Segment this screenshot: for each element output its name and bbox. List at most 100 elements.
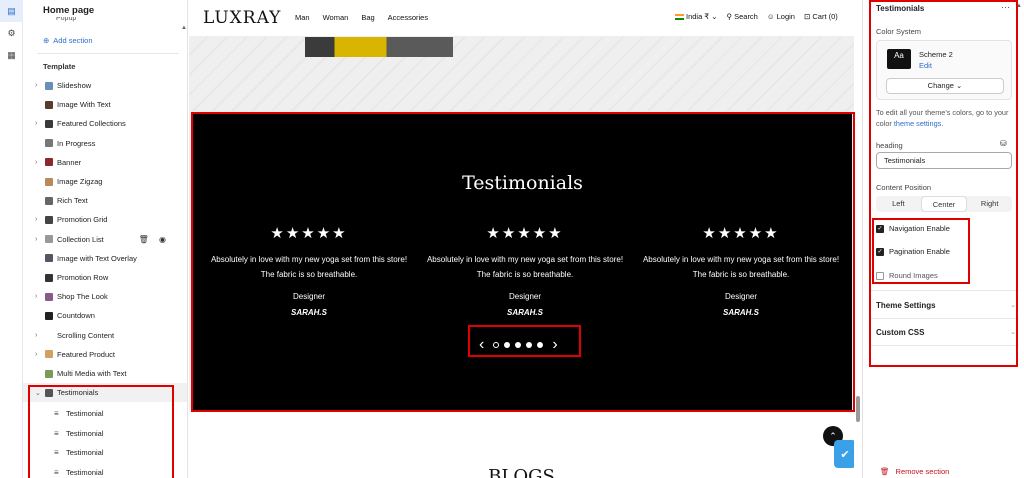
- section-item[interactable]: › Banner: [23, 153, 187, 172]
- scroll-up-icon[interactable]: ▲: [181, 25, 187, 31]
- chevron-icon[interactable]: ⌄: [35, 389, 41, 397]
- testimonial-block-item[interactable]: ≡ Testimonial: [23, 404, 187, 423]
- section-item[interactable]: Multi Media with Text: [23, 364, 187, 383]
- round-images-checkbox[interactable]: Round Images: [876, 271, 938, 280]
- testimonial-block-item[interactable]: ≡ Testimonial: [23, 443, 187, 462]
- section-thumbnail-icon: [45, 369, 53, 378]
- checkbox-label: Pagination Enable: [889, 247, 950, 256]
- heading-input[interactable]: Testimonials: [876, 152, 1012, 169]
- section-item[interactable]: In Progress: [23, 134, 187, 153]
- testimonial-block-item[interactable]: ≡ Testimonial: [23, 424, 187, 443]
- scheme-edit-link[interactable]: Edit: [919, 61, 932, 70]
- apps-icon[interactable]: ▦: [0, 44, 23, 66]
- testimonial-role: Designer: [292, 292, 325, 301]
- section-item-label: Countdown: [57, 311, 95, 321]
- change-scheme-button[interactable]: Change ⌄: [886, 78, 1004, 94]
- chevron-icon[interactable]: ›: [35, 293, 37, 300]
- menu-woman[interactable]: Woman: [323, 13, 349, 22]
- pagination-dot[interactable]: [515, 342, 522, 348]
- chevron-icon[interactable]: ›: [35, 332, 37, 339]
- position-right[interactable]: Right: [967, 196, 1012, 212]
- divider: [871, 345, 1019, 346]
- section-item[interactable]: Image with Text Overlay: [23, 249, 187, 268]
- chevron-icon[interactable]: ›: [35, 159, 37, 166]
- section-item-label: Featured Product: [57, 349, 115, 359]
- custom-css-label: Custom CSS: [876, 328, 925, 337]
- scroll-up-icon[interactable]: ▲: [1016, 3, 1022, 9]
- section-item[interactable]: › Collection List 🗑 ◉: [23, 230, 187, 249]
- block-label: Testimonial: [66, 409, 104, 418]
- item-tools-icon[interactable]: 🗑 ◉: [139, 235, 170, 244]
- navigation-enable-checkbox[interactable]: ✓ Navigation Enable: [876, 224, 950, 233]
- settings-panel: Testimonials ··· Color System Aa Scheme …: [862, 0, 1024, 478]
- section-thumbnail-icon: [45, 235, 53, 244]
- app-widget-icon[interactable]: ✔: [834, 440, 854, 468]
- section-item[interactable]: Image With Text: [23, 95, 187, 114]
- testimonial-block-item[interactable]: ≡ Testimonial: [23, 463, 187, 478]
- section-thumbnail-icon: [45, 119, 53, 128]
- section-item[interactable]: Rich Text: [23, 191, 187, 210]
- layout-icon[interactable]: ▤: [0, 0, 23, 22]
- popup-item[interactable]: Popup: [56, 17, 76, 22]
- chevron-icon[interactable]: ›: [35, 236, 37, 243]
- section-item[interactable]: › Scrolling Content: [23, 326, 187, 345]
- section-thumbnail-icon: [45, 196, 53, 205]
- block-icon: ≡: [54, 409, 59, 418]
- section-item[interactable]: › Slideshow: [23, 76, 187, 95]
- search-link[interactable]: ⚲ Search: [727, 12, 758, 21]
- position-center[interactable]: Center: [920, 196, 968, 212]
- section-item[interactable]: › Promotion Grid: [23, 210, 187, 229]
- section-item[interactable]: › Shop The Look: [23, 287, 187, 306]
- preview-scrollbar[interactable]: [856, 396, 860, 422]
- chevron-icon[interactable]: ›: [35, 82, 37, 89]
- section-item-label: Shop The Look: [57, 292, 108, 302]
- menu-man[interactable]: Man: [295, 13, 310, 22]
- gear-icon[interactable]: ⚙: [0, 22, 23, 44]
- store-logo[interactable]: LUXRAY: [203, 8, 281, 28]
- divider: [871, 318, 1019, 319]
- position-left[interactable]: Left: [876, 196, 921, 212]
- menu-accessories[interactable]: Accessories: [388, 13, 428, 22]
- pagination-dot[interactable]: [504, 342, 511, 348]
- chevron-icon[interactable]: ›: [35, 351, 37, 358]
- page-title: Home page: [43, 5, 95, 16]
- testimonials-title: Testimonials: [462, 172, 583, 194]
- india-flag-icon: [675, 14, 684, 21]
- cart-link[interactable]: ⊡ Cart (0): [804, 12, 838, 21]
- section-item[interactable]: ⌄ Testimonials: [23, 383, 187, 403]
- add-section-button[interactable]: ⊕ Add section: [43, 36, 93, 45]
- section-item[interactable]: › Featured Product: [23, 345, 187, 364]
- menu-bag[interactable]: Bag: [361, 13, 374, 22]
- section-item[interactable]: Image Zigzag: [23, 172, 187, 191]
- remove-section-button[interactable]: 🗑 Remove section: [880, 467, 949, 476]
- more-icon[interactable]: ···: [1001, 2, 1010, 12]
- custom-css-accordion[interactable]: Custom CSS ⌄: [876, 328, 1016, 337]
- section-thumbnail-icon: [45, 331, 53, 340]
- user-icon: ☺: [766, 12, 775, 21]
- database-icon[interactable]: ⛁: [1000, 139, 1007, 148]
- testimonial-name: SARAH.S: [290, 308, 327, 317]
- pagination-enable-checkbox[interactable]: ✓ Pagination Enable: [876, 247, 950, 256]
- section-item[interactable]: Promotion Row: [23, 268, 187, 287]
- country-selector[interactable]: India ₹ ⌄: [675, 12, 718, 21]
- rating-stars: ★★★★★: [270, 225, 348, 242]
- pagination-dot[interactable]: [537, 342, 544, 348]
- chevron-icon[interactable]: ›: [35, 120, 37, 127]
- section-item[interactable]: › Featured Collections: [23, 114, 187, 133]
- checkbox-label: Navigation Enable: [889, 224, 950, 233]
- next-arrow-icon[interactable]: ›: [552, 336, 557, 354]
- pagination-dot[interactable]: [493, 342, 500, 348]
- theme-settings-accordion[interactable]: Theme Settings ⌄: [876, 301, 1016, 310]
- prev-arrow-icon[interactable]: ‹: [479, 336, 484, 354]
- theme-settings-link[interactable]: theme settings.: [894, 119, 943, 128]
- pagination-dot[interactable]: [526, 342, 533, 348]
- scheme-preview-icon: Aa: [887, 49, 911, 69]
- icon-rail: ▤ ⚙ ▦: [0, 0, 23, 478]
- section-item[interactable]: Countdown: [23, 306, 187, 325]
- testimonials-section[interactable]: Testimonials ★★★★★ Absolutely in love wi…: [193, 114, 852, 410]
- testimonial-card: ★★★★★ Absolutely in love with my new yog…: [641, 224, 841, 317]
- cart-label: Cart (0): [812, 12, 838, 21]
- chevron-icon[interactable]: ›: [35, 216, 37, 223]
- login-link[interactable]: ☺ Login: [767, 12, 795, 21]
- heading-label: heading: [876, 141, 903, 150]
